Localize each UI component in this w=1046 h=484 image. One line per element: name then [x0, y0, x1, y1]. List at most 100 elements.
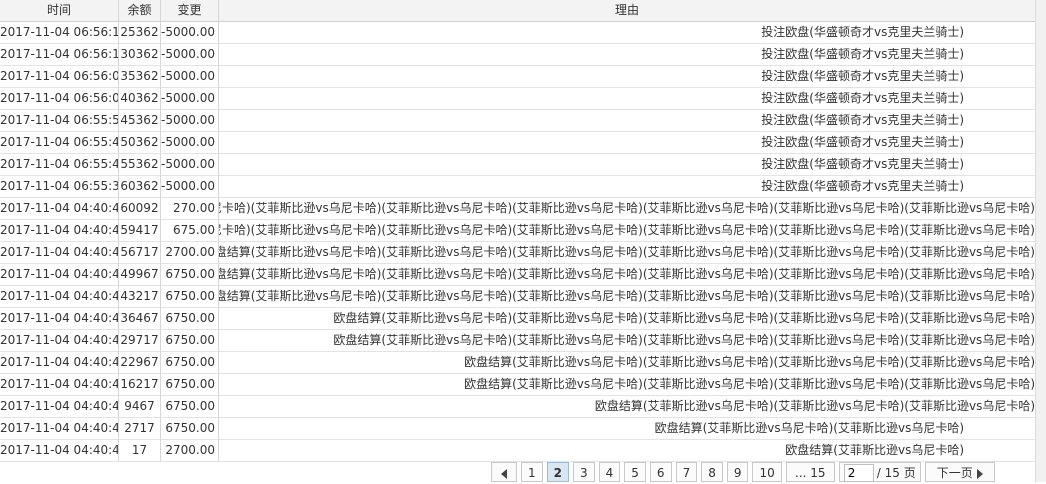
page-button-3[interactable]: 3 — [573, 462, 595, 482]
reason-text: 投注欧盘(华盛顿奇才vs克里夫兰骑士) — [761, 135, 964, 149]
balance-cell: 9467 — [119, 396, 161, 417]
page-button-7[interactable]: 7 — [675, 462, 698, 482]
change-cell: -5000.00 — [161, 88, 219, 109]
reason-cell: 欧盘结算(艾菲斯比逊vs乌尼卡哈)(艾菲斯比逊vs乌尼卡哈) — [219, 418, 1035, 439]
reason-cell: 投注欧盘(华盛顿奇才vs克里夫兰骑士) — [219, 44, 1035, 65]
table-row[interactable]: 2017-11-04 04:40:46 16217 6750.00 欧盘结算(艾菲斯比… — [0, 374, 1035, 396]
table-row[interactable]: 2017-11-04 06:56:10 30362 -5000.00 投注欧盘(华盛顿… — [0, 44, 1035, 66]
reason-cell: 欧盘结算(艾菲斯比逊vs乌尼卡哈)(艾菲斯比逊vs乌尼卡哈)(艾菲斯比逊vs乌尼… — [219, 286, 1035, 307]
table-row[interactable]: 2017-11-04 06:55:37 60362 -5000.00 投注欧盘(华盛顿… — [0, 176, 1035, 198]
reason-cell: 欧盘结算(艾菲斯比逊vs乌尼卡哈)(艾菲斯比逊vs乌尼卡哈)(艾菲斯比逊vs乌尼… — [219, 242, 1035, 263]
table-row[interactable]: 2017-11-04 06:56:07 35362 -5000.00 投注欧盘(华盛顿… — [0, 66, 1035, 88]
reason-text: 欧盘结算(艾菲斯比逊vs乌尼卡哈)(艾菲斯比逊vs乌尼卡哈) — [654, 421, 964, 435]
page-ellipsis-15[interactable]: ... 15 — [785, 462, 835, 482]
balance-cell: 25362 — [119, 22, 161, 43]
reason-text: 投注欧盘(华盛顿奇才vs克里夫兰骑士) — [761, 69, 964, 83]
change-cell: 6750.00 — [161, 352, 219, 373]
change-cell: -5000.00 — [161, 66, 219, 87]
change-cell: 6750.00 — [161, 286, 219, 307]
balance-cell: 40362 — [119, 88, 161, 109]
reason-text: 欧盘结算(艾菲斯比逊vs乌尼卡哈)(艾菲斯比逊vs乌尼卡哈)(艾菲斯比逊vs乌尼… — [464, 355, 1035, 369]
page-button-10[interactable]: 10 — [752, 462, 782, 482]
table-row[interactable]: 2017-11-04 04:40:46 9467 6750.00 欧盘结算(艾菲斯比逊… — [0, 396, 1035, 418]
time-cell: 2017-11-04 06:55:37 — [0, 176, 119, 197]
time-cell: 2017-11-04 06:56:07 — [0, 66, 119, 87]
balance-cell: 36467 — [119, 308, 161, 329]
page-button-6[interactable]: 6 — [649, 462, 672, 482]
time-cell: 2017-11-04 06:56:16 — [0, 22, 119, 43]
table-row[interactable]: 2017-11-04 04:40:46 49967 6750.00 欧盘结算(艾菲斯比… — [0, 264, 1035, 286]
table-row[interactable]: 2017-11-04 06:56:16 25362 -5000.00 投注欧盘(华盛顿… — [0, 22, 1035, 44]
page-button-9[interactable]: 9 — [726, 462, 749, 482]
reason-text: 欧盘结算(艾菲斯比逊vs乌尼卡哈)(艾菲斯比逊vs乌尼卡哈)(艾菲斯比逊vs乌尼… — [219, 201, 1035, 215]
reason-text: 欧盘结算(艾菲斯比逊vs乌尼卡哈)(艾菲斯比逊vs乌尼卡哈)(艾菲斯比逊vs乌尼… — [464, 377, 1035, 391]
next-page-label: 下一页 — [936, 466, 973, 480]
reason-text: 欧盘结算(艾菲斯比逊vs乌尼卡哈)(艾菲斯比逊vs乌尼卡哈)(艾菲斯比逊vs乌尼… — [219, 223, 1035, 237]
column-header-reason[interactable]: 理由 — [219, 0, 1035, 21]
page-number-list: 1 2 3 4 5 6 7 8 9 10 — [521, 462, 786, 484]
reason-text: 欧盘结算(艾菲斯比逊vs乌尼卡哈) — [785, 443, 964, 457]
reason-cell: 欧盘结算(艾菲斯比逊vs乌尼卡哈)(艾菲斯比逊vs乌尼卡哈)(艾菲斯比逊vs乌尼… — [219, 220, 1035, 241]
change-cell: -5000.00 — [161, 154, 219, 175]
time-cell: 2017-11-04 06:55:45 — [0, 132, 119, 153]
table-row[interactable]: 2017-11-04 04:40:4660092270.00欧盘结算(艾菲斯比逊… — [0, 198, 1035, 220]
prev-page-button[interactable] — [491, 462, 517, 482]
balance-cell: 29717 — [119, 330, 161, 351]
reason-cell: 欧盘结算(艾菲斯比逊vs乌尼卡哈)(艾菲斯比逊vs乌尼卡哈)(艾菲斯比逊vs乌尼… — [219, 374, 1035, 395]
balance-cell: 60092 — [119, 198, 161, 219]
time-cell: 2017-11-04 04:40:46 — [0, 198, 119, 219]
reason-cell: 投注欧盘(华盛顿奇才vs克里夫兰骑士) — [219, 66, 1035, 87]
table-row[interactable]: 2017-11-04 04:40:46 29717 6750.00 欧盘结算(艾菲斯比… — [0, 330, 1035, 352]
table-row[interactable]: 2017-11-04 06:56:05 40362 -5000.00 投注欧盘(华盛顿… — [0, 88, 1035, 110]
reason-text: 投注欧盘(华盛顿奇才vs克里夫兰骑士) — [761, 113, 964, 127]
pagination: 12345678910 ... 15 / 15 页 下一页 — [491, 462, 999, 484]
table-row[interactable]: 2017-11-04 06:55:58 45362 -5000.00 投注欧盘(华盛顿… — [0, 110, 1035, 132]
chevron-left-icon — [501, 468, 507, 479]
table-row[interactable]: 2017-11-04 04:40:46 22967 6750.00 欧盘结算(艾菲斯比… — [0, 352, 1035, 374]
reason-text: 欧盘结算(艾菲斯比逊vs乌尼卡哈)(艾菲斯比逊vs乌尼卡哈)(艾菲斯比逊vs乌尼… — [333, 311, 1035, 325]
column-header-balance[interactable]: 余额 — [119, 0, 161, 21]
grid-header: 时间 余额 变更 理由 — [0, 0, 1035, 22]
table-row[interactable]: 2017-11-04 04:40:46 43217 6750.00 欧盘结算(艾菲斯比… — [0, 286, 1035, 308]
table-row[interactable]: 2017-11-04 06:55:41 55362 -5000.00 投注欧盘(华盛顿… — [0, 154, 1035, 176]
time-cell: 2017-11-04 06:55:41 — [0, 154, 119, 175]
page-button-5[interactable]: 5 — [624, 462, 646, 482]
reason-text: 投注欧盘(华盛顿奇才vs克里夫兰骑士) — [761, 157, 964, 171]
page-number-input[interactable] — [843, 464, 874, 482]
balance-cell: 30362 — [119, 44, 161, 65]
reason-cell: 投注欧盘(华盛顿奇才vs克里夫兰骑士) — [219, 22, 1035, 43]
balance-cell: 60362 — [119, 176, 161, 197]
table-row[interactable]: 2017-11-04 04:40:46 56717 2700.00 欧盘结算(艾菲斯比… — [0, 242, 1035, 264]
table-row[interactable]: 2017-11-04 06:55:45 50362 -5000.00 投注欧盘(华盛顿… — [0, 132, 1035, 154]
change-cell: 6750.00 — [161, 308, 219, 329]
page-button-8[interactable]: 8 — [701, 462, 723, 482]
vertical-scrollbar[interactable] — [1035, 0, 1046, 482]
change-cell: 2700.00 — [161, 440, 219, 461]
table-row[interactable]: 2017-11-04 04:40:46 36467 6750.00 欧盘结算(艾菲斯比… — [0, 308, 1035, 330]
change-cell: -5000.00 — [161, 44, 219, 65]
table-row[interactable]: 2017-11-04 04:40:46 2717 6750.00 欧盘结算(艾菲斯比逊… — [0, 418, 1035, 440]
table-row[interactable]: 2017-11-04 04:40:46 17 2700.00 欧盘结算(艾菲斯比逊vs… — [0, 440, 1035, 462]
column-header-change[interactable]: 变更 — [161, 0, 219, 21]
change-cell: -5000.00 — [161, 132, 219, 153]
time-cell: 2017-11-04 06:55:58 — [0, 110, 119, 131]
reason-text: 欧盘结算(艾菲斯比逊vs乌尼卡哈)(艾菲斯比逊vs乌尼卡哈)(艾菲斯比逊vs乌尼… — [219, 289, 1035, 303]
time-cell: 2017-11-04 04:40:46 — [0, 418, 119, 439]
reason-cell: 投注欧盘(华盛顿奇才vs克里夫兰骑士) — [219, 132, 1035, 153]
time-cell: 2017-11-04 04:40:46 — [0, 264, 119, 285]
change-cell: -5000.00 — [161, 176, 219, 197]
balance-cell: 43217 — [119, 286, 161, 307]
table-row[interactable]: 2017-11-04 04:40:4659417675.00欧盘结算(艾菲斯比逊… — [0, 220, 1035, 242]
next-page-button[interactable]: 下一页 — [924, 462, 995, 482]
change-cell: 6750.00 — [161, 374, 219, 395]
time-cell: 2017-11-04 04:40:46 — [0, 330, 119, 351]
change-cell: 6750.00 — [161, 264, 219, 285]
time-cell: 2017-11-04 04:40:46 — [0, 308, 119, 329]
column-header-time[interactable]: 时间 — [0, 0, 119, 21]
page-button-1[interactable]: 1 — [521, 462, 543, 482]
page-button-2[interactable]: 2 — [546, 462, 569, 482]
page-button-4[interactable]: 4 — [598, 462, 621, 482]
reason-text: 投注欧盘(华盛顿奇才vs克里夫兰骑士) — [761, 91, 964, 105]
time-cell: 2017-11-04 04:40:46 — [0, 220, 119, 241]
reason-cell: 欧盘结算(艾菲斯比逊vs乌尼卡哈)(艾菲斯比逊vs乌尼卡哈)(艾菲斯比逊vs乌尼… — [219, 264, 1035, 285]
